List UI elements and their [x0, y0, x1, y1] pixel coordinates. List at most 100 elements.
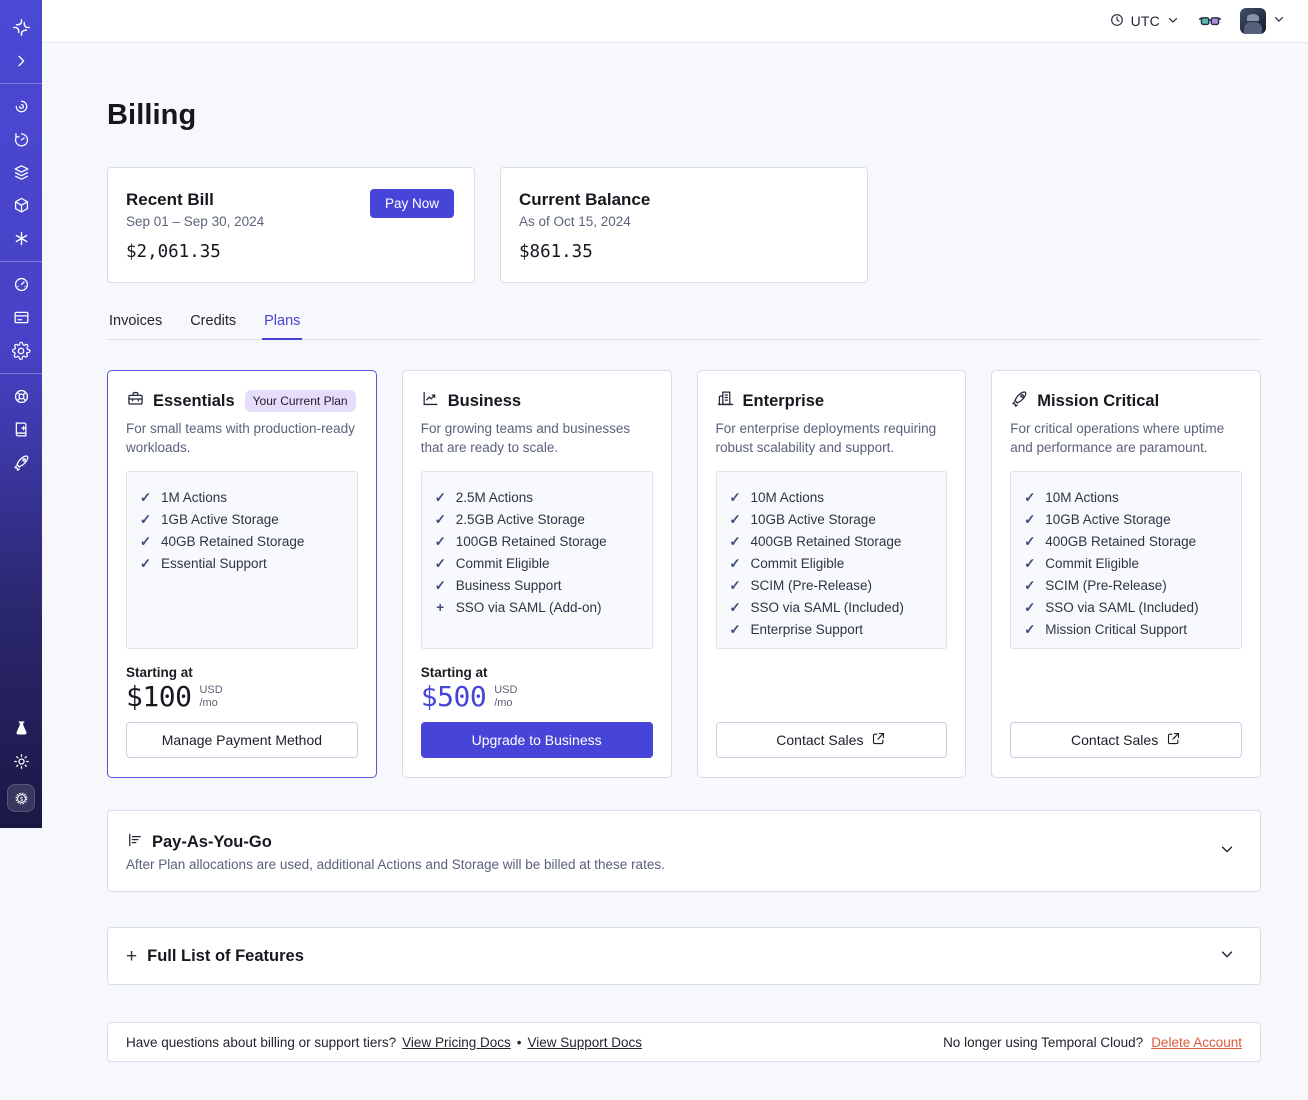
gear-icon[interactable] [0, 334, 42, 367]
tab-invoices[interactable]: Invoices [107, 307, 164, 339]
plan-feature: ✓ 10M Actions [729, 487, 935, 509]
plan-feature: ✓ Mission Critical Support [1023, 619, 1229, 641]
sun-icon[interactable] [0, 745, 42, 778]
plan-feature: ✓ Enterprise Support [729, 619, 935, 641]
timezone-label: UTC [1130, 13, 1160, 29]
check-icon: ✓ [729, 555, 741, 571]
check-icon: ✓ [729, 577, 741, 593]
timer-icon[interactable] [0, 123, 42, 156]
plan-card-essentials: Essentials Your Current Plan For small t… [107, 370, 377, 778]
topbar: UTC [42, 0, 1308, 43]
plan-card-enterprise: Enterprise For enterprise deployments re… [696, 370, 967, 778]
lifebuoy-icon[interactable] [0, 380, 42, 413]
sidebar-divider [0, 83, 42, 84]
footer-right-question: No longer using Temporal Cloud? [943, 1034, 1144, 1050]
plan-period: /mo [494, 696, 513, 709]
plan-feature: ✓ 1M Actions [139, 487, 345, 509]
check-icon: ✓ [1024, 489, 1036, 505]
clock-icon [1109, 12, 1125, 31]
billing-active-button[interactable]: $ [7, 784, 35, 812]
external-link-icon [1166, 731, 1181, 749]
sidebar-divider [0, 261, 42, 262]
glasses-icon[interactable] [1198, 12, 1222, 30]
check-icon: ✓ [434, 577, 446, 593]
tab-credits[interactable]: Credits [188, 307, 238, 339]
rocket-icon [1010, 389, 1029, 413]
check-icon: ✓ [1024, 621, 1036, 637]
check-icon: ✓ [729, 533, 741, 549]
check-icon: ✓ [139, 511, 152, 527]
billing-tabs: Invoices Credits Plans [107, 307, 1261, 340]
plan-feature: ✓ 2.5M Actions [434, 487, 640, 509]
chevron-right-icon[interactable] [0, 44, 42, 77]
payg-title: Pay-As-You-Go [152, 832, 272, 851]
plus-icon: + [436, 599, 445, 615]
plan-name: Mission Critical [1037, 391, 1160, 410]
chevron-down-icon [1272, 12, 1286, 31]
plan-price-block: Starting at $500 USD/mo [421, 665, 653, 712]
check-icon: ✓ [139, 555, 152, 571]
chevron-down-icon [1218, 840, 1236, 863]
recent-bill-amount: $2,061.35 [126, 242, 221, 262]
current-balance-card: Current Balance As of Oct 15, 2024 $861.… [500, 167, 868, 283]
bar-chart-icon [126, 831, 144, 854]
pay-as-you-go-panel[interactable]: Pay-As-You-Go After Plan allocations are… [107, 810, 1261, 892]
full-features-panel[interactable]: + Full List of Features [107, 927, 1261, 985]
full-features-title: Full List of Features [147, 946, 304, 965]
tab-plans[interactable]: Plans [262, 307, 303, 340]
check-icon: ✓ [729, 599, 741, 615]
page-title: Billing [107, 99, 197, 131]
plan-feature: ✓ Commit Eligible [434, 553, 640, 575]
contact-sales-button[interactable]: Contact Sales [1010, 722, 1242, 758]
footer-question: Have questions about billing or support … [126, 1034, 397, 1050]
pay-now-button[interactable]: Pay Now [369, 189, 454, 218]
temporal-logo-icon[interactable] [0, 11, 42, 44]
plan-card-mission-critical: Mission Critical For critical operations… [991, 370, 1261, 778]
summary-cards: Recent Bill Sep 01 – Sep 30, 2024 $2,061… [107, 167, 1261, 283]
view-support-docs-link[interactable]: View Support Docs [527, 1035, 642, 1050]
upgrade-business-button[interactable]: Upgrade to Business [420, 722, 653, 758]
asterisk-icon[interactable] [0, 222, 42, 255]
card-icon[interactable] [0, 301, 42, 334]
plan-card-business: Business For growing teams and businesse… [401, 370, 672, 778]
plan-features-box: ✓ 10M Actions ✓ 10GB Active Storage ✓ 400GB… [1010, 470, 1242, 649]
plan-features-box: ✓ 1M Actions ✓ 1GB Active Storage ✓ 40GB Re… [126, 470, 358, 649]
manage-payment-button[interactable]: Manage Payment Method [126, 722, 358, 758]
plan-period: /mo [199, 696, 218, 709]
external-link-icon [871, 731, 886, 749]
flask-icon[interactable] [0, 712, 42, 745]
plan-price: $100 [126, 679, 192, 713]
svg-text:$: $ [19, 795, 23, 802]
timezone-selector[interactable]: UTC [1109, 12, 1180, 31]
plans-row: Essentials Your Current Plan For small t… [107, 370, 1261, 778]
view-pricing-docs-link[interactable]: View Pricing Docs [402, 1035, 511, 1050]
cube-icon[interactable] [0, 189, 42, 222]
plan-description: For growing teams and businesses that ar… [420, 421, 631, 456]
plan-feature: ✓ SSO via SAML (Included) [1023, 597, 1229, 619]
plan-features-box: ✓ 2.5M Actions ✓ 2.5GB Active Storage ✓ 100… [420, 470, 653, 649]
check-icon: ✓ [434, 555, 446, 571]
plan-description: For small teams with production-ready wo… [126, 421, 355, 456]
plan-name: Essentials [153, 391, 235, 410]
plan-feature: ✓ 40GB Retained Storage [139, 531, 345, 553]
check-icon: ✓ [1024, 555, 1036, 571]
rocket-icon[interactable] [0, 446, 42, 479]
plan-name: Business [447, 391, 522, 410]
current-balance-title: Current Balance [519, 190, 651, 209]
plan-currency: USD [494, 683, 518, 696]
footer-separator: • [516, 1034, 522, 1050]
check-icon: ✓ [1024, 533, 1036, 549]
check-icon: ✓ [434, 489, 446, 505]
book-icon[interactable] [0, 413, 42, 446]
layers-icon[interactable] [0, 156, 42, 189]
current-balance-amount: $861.35 [519, 242, 593, 262]
gauge-icon[interactable] [0, 268, 42, 301]
account-menu[interactable] [1240, 8, 1286, 34]
toolbox-icon [126, 389, 145, 413]
spiral-icon[interactable] [0, 90, 42, 123]
delete-account-link[interactable]: Delete Account [1151, 1035, 1242, 1050]
plan-currency: USD [199, 683, 223, 696]
plus-icon: + [126, 945, 138, 967]
plan-feature: ✓ 2.5GB Active Storage [434, 509, 640, 531]
contact-sales-button[interactable]: Contact Sales [715, 722, 948, 758]
